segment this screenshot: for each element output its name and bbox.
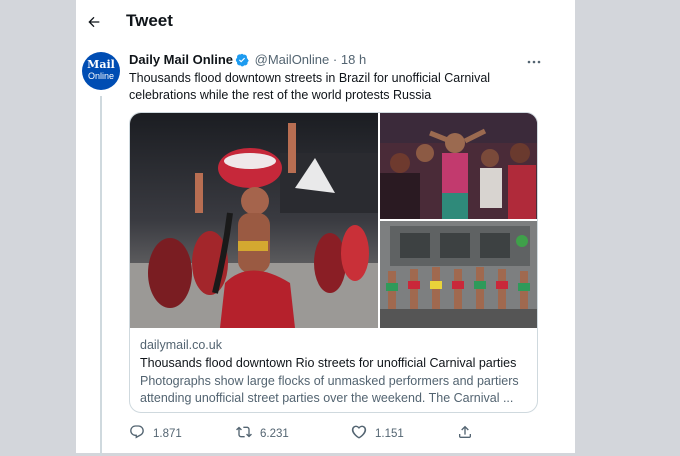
verified-badge-icon	[235, 53, 249, 71]
retweet-count: 6.231	[260, 427, 289, 440]
reply-icon	[129, 424, 153, 443]
author-name[interactable]: Daily Mail Online	[129, 52, 233, 67]
tweet-meta: Daily Mail Online @MailOnline · 18 h	[129, 52, 366, 71]
carnival-dancer-photo[interactable]	[130, 113, 378, 328]
reply-button[interactable]: 1.871	[129, 424, 182, 443]
share-button[interactable]	[457, 424, 481, 443]
retweet-icon	[236, 424, 260, 443]
link-card[interactable]: dailymail.co.uk Thousands flood downtown…	[129, 112, 538, 413]
header: Tweet	[76, 0, 575, 44]
more-options-icon[interactable]	[524, 52, 544, 68]
author-handle[interactable]: @MailOnline	[255, 52, 330, 67]
tweet-panel: Tweet Mail Online Daily Mail Online @Mai…	[76, 0, 575, 456]
tweet-actions: 1.871 6.231 1.151	[129, 424, 549, 446]
separator-dot: ·	[332, 52, 338, 67]
like-button[interactable]: 1.151	[351, 424, 404, 443]
tweet-text: Thousands flood downtown streets in Braz…	[129, 71, 491, 102]
like-icon	[351, 424, 375, 443]
avatar[interactable]: Mail Online	[82, 52, 120, 90]
street-crowd-photo[interactable]	[380, 113, 537, 219]
card-domain: dailymail.co.uk	[140, 338, 222, 352]
retweet-button[interactable]: 6.231	[236, 424, 289, 443]
avatar-logo-line1: Mail	[87, 58, 115, 71]
back-arrow-icon[interactable]	[82, 10, 106, 34]
card-title: Thousands flood downtown Rio streets for…	[140, 356, 517, 370]
share-icon	[457, 424, 481, 443]
card-body: dailymail.co.uk Thousands flood downtown…	[140, 337, 535, 407]
tweet-time[interactable]: 18 h	[341, 52, 366, 67]
thread-line	[100, 96, 102, 456]
balcony-performers-photo[interactable]	[380, 221, 537, 328]
avatar-logo-line2: Online	[87, 71, 114, 81]
card-description: Photographs show large flocks of unmaske…	[140, 374, 519, 405]
like-count: 1.151	[375, 427, 404, 440]
page-title: Tweet	[126, 11, 173, 30]
reply-count: 1.871	[153, 427, 182, 440]
card-images	[130, 113, 537, 328]
